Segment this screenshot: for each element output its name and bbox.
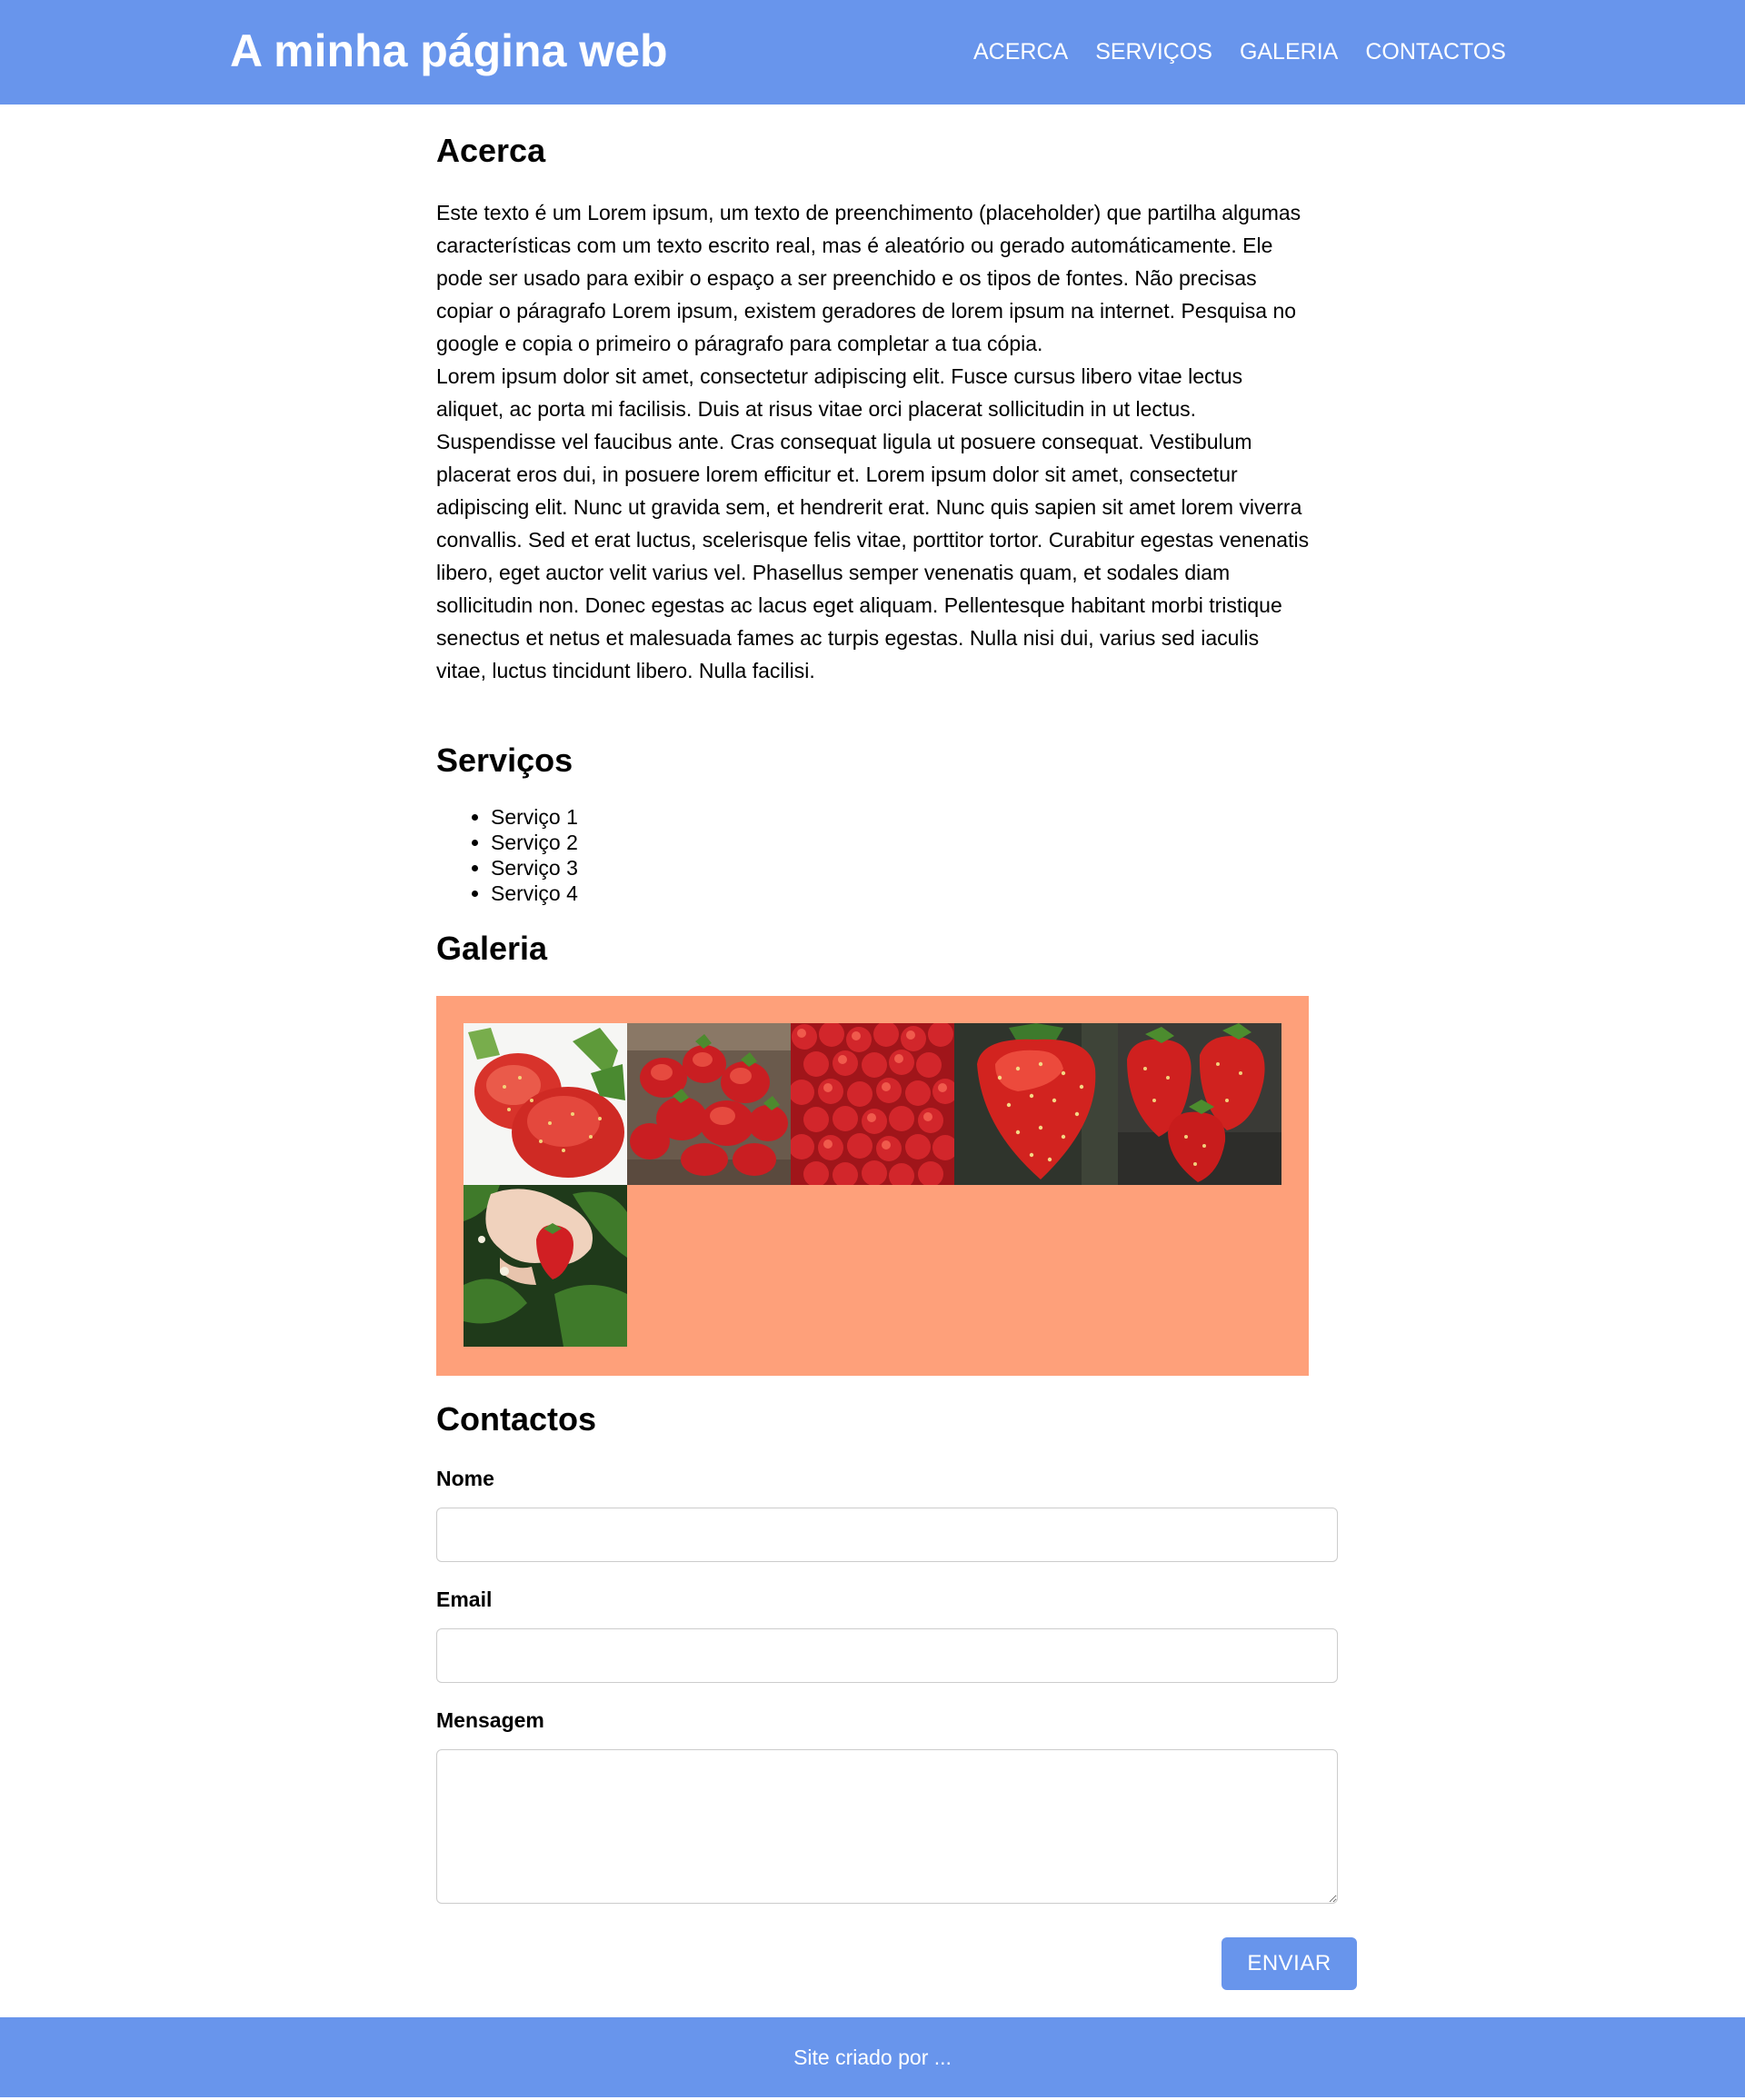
service-item: Serviço 1 [491,804,578,830]
nav-link-contactos[interactable]: CONTACTOS [1365,36,1506,67]
email-input[interactable] [436,1628,1338,1683]
services-heading: Serviços [436,741,573,779]
submit-button[interactable]: ENVIAR [1222,1937,1357,1990]
strawberry-photo-4 [954,1023,1118,1185]
about-heading: Acerca [436,132,546,169]
main-nav: ACERCA SERVIÇOS GALERIA CONTACTOS [973,36,1506,67]
nav-link-galeria[interactable]: GALERIA [1240,36,1338,67]
email-label: Email [436,1587,493,1611]
service-item: Serviço 2 [491,830,578,855]
nav-link-servicos[interactable]: SERVIÇOS [1095,36,1212,67]
nav-link-acerca[interactable]: ACERCA [973,36,1068,67]
strawberry-photo-1 [464,1023,627,1185]
message-label: Mensagem [436,1708,544,1732]
strawberry-photo-3 [791,1023,954,1185]
gallery [436,996,1309,1376]
about-paragraph-1: Este texto é um Lorem ipsum, um texto de… [436,201,1301,355]
about-paragraph-2: Lorem ipsum dolor sit amet, consectetur … [436,364,1310,682]
contact-heading: Contactos [436,1400,597,1438]
page: A minha página web ACERCA SERVIÇOS GALER… [0,0,1745,2100]
site-footer: Site criado por ... [0,2017,1745,2097]
site-title: A minha página web [230,25,668,76]
about-text: Este texto é um Lorem ipsum, um texto de… [436,196,1313,687]
strawberry-photo-5 [1118,1023,1281,1185]
name-input[interactable] [436,1508,1338,1562]
site-header: A minha página web ACERCA SERVIÇOS GALER… [0,0,1745,105]
strawberry-photo-6 [464,1185,627,1347]
gallery-heading: Galeria [436,930,548,967]
service-item: Serviço 3 [491,855,578,881]
name-label: Nome [436,1467,494,1490]
message-textarea[interactable] [436,1749,1338,1904]
footer-text: Site criado por ... [793,2045,952,2069]
service-item: Serviço 4 [491,881,578,906]
services-list: Serviço 1 Serviço 2 Serviço 3 Serviço 4 [436,804,578,906]
strawberry-photo-2 [627,1023,791,1185]
